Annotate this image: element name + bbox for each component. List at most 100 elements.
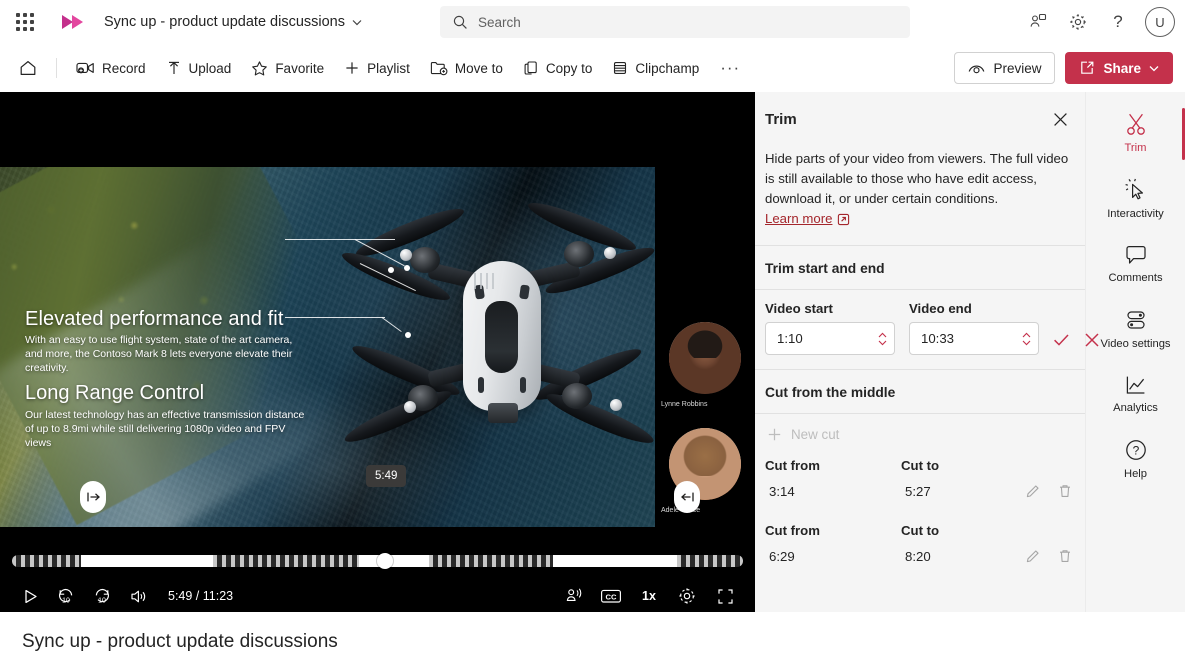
learn-more-link[interactable]: Learn more bbox=[765, 209, 850, 229]
favorite-button[interactable]: Favorite bbox=[242, 52, 333, 84]
playhead-thumb[interactable] bbox=[376, 553, 393, 569]
main-area: Elevated performance and fit With an eas… bbox=[0, 92, 1185, 612]
clipchamp-icon bbox=[612, 60, 628, 76]
move-to-button[interactable]: Move to bbox=[421, 52, 512, 84]
comment-bubble-icon bbox=[1123, 243, 1149, 267]
overflow-menu-button[interactable]: ··· bbox=[710, 52, 750, 84]
svg-text:10: 10 bbox=[98, 598, 106, 605]
delete-cut-icon[interactable] bbox=[1055, 546, 1075, 566]
rail-label: Interactivity bbox=[1107, 208, 1164, 220]
video-title-footer: Sync up - product update discussions bbox=[0, 612, 1185, 671]
copy-icon bbox=[523, 60, 539, 76]
timeline-segment-dots bbox=[677, 555, 743, 567]
play-button[interactable] bbox=[14, 581, 46, 611]
header-actions: ? U bbox=[1021, 5, 1175, 39]
document-title-menu[interactable]: Sync up - product update discussions bbox=[98, 10, 368, 34]
callout-line-1 bbox=[285, 239, 395, 240]
video-end-stepper[interactable] bbox=[1021, 331, 1032, 347]
rail-item-comments[interactable]: Comments bbox=[1095, 234, 1177, 292]
video-start-field: Video start 1:10 bbox=[765, 301, 895, 355]
help-icon[interactable]: ? bbox=[1101, 5, 1135, 39]
rail-item-video-settings[interactable]: Video settings bbox=[1095, 298, 1177, 358]
closed-captions-button[interactable]: CC bbox=[595, 581, 627, 611]
time-display: 5:49 / 11:23 bbox=[168, 589, 234, 603]
delete-cut-icon[interactable] bbox=[1055, 481, 1075, 501]
command-bar: Record Upload Favorite Playlist Move to … bbox=[0, 44, 1185, 92]
copy-to-button[interactable]: Copy to bbox=[514, 52, 602, 84]
player-right-controls: CC 1x bbox=[557, 581, 741, 611]
trim-end-handle[interactable] bbox=[674, 481, 700, 513]
user-avatar[interactable]: U bbox=[1145, 7, 1175, 37]
overlay-heading-1: Elevated performance and fit bbox=[25, 308, 284, 330]
close-icon[interactable] bbox=[1045, 104, 1075, 134]
svg-text:CC: CC bbox=[606, 592, 617, 601]
participant-name: Lynne Robbins bbox=[661, 401, 708, 408]
rail-label: Trim bbox=[1124, 142, 1147, 154]
rail-item-analytics[interactable]: Analytics bbox=[1095, 364, 1177, 422]
app-launcher-button[interactable] bbox=[6, 3, 44, 41]
rail-label: Comments bbox=[1108, 272, 1163, 284]
video-end-field: Video end 10:33 bbox=[909, 301, 1039, 355]
svg-text:?: ? bbox=[1132, 444, 1139, 458]
plus-icon bbox=[344, 60, 360, 76]
rail-item-trim[interactable]: Trim bbox=[1095, 102, 1185, 162]
video-start-stepper[interactable] bbox=[877, 331, 888, 347]
share-label: Share bbox=[1103, 60, 1141, 76]
playback-speed-button[interactable]: 1x bbox=[633, 581, 665, 611]
playlist-button[interactable]: Playlist bbox=[335, 52, 419, 84]
clipchamp-button[interactable]: Clipchamp bbox=[603, 52, 708, 84]
gear-icon[interactable] bbox=[1061, 5, 1095, 39]
callout-dot-1b bbox=[404, 265, 410, 271]
volume-button[interactable] bbox=[122, 581, 154, 611]
trim-start-handle[interactable] bbox=[80, 481, 106, 513]
rail-item-interactivity[interactable]: Interactivity bbox=[1095, 168, 1177, 228]
edit-cut-icon[interactable] bbox=[1023, 546, 1043, 566]
cut-from-label: Cut from bbox=[765, 523, 820, 538]
overlay-heading-2: Long Range Control bbox=[25, 382, 205, 404]
cut-item: Cut from Cut to 6:29 8:20 bbox=[755, 515, 1085, 570]
edit-cut-icon[interactable] bbox=[1023, 481, 1043, 501]
section-trim-start-end: Trim start and end bbox=[765, 261, 885, 276]
forward-10-button[interactable]: 10 bbox=[86, 581, 118, 611]
cut-headers: Cut from Cut to bbox=[765, 458, 1075, 473]
video-end-input[interactable]: 10:33 bbox=[909, 322, 1039, 355]
copy-to-label: Copy to bbox=[545, 60, 593, 76]
preview-button[interactable]: Preview bbox=[954, 52, 1056, 84]
settings-gear-icon[interactable] bbox=[671, 581, 703, 611]
waffle-icon bbox=[16, 13, 34, 31]
rewind-10-button[interactable]: 10 bbox=[50, 581, 82, 611]
video-player[interactable]: Elevated performance and fit With an eas… bbox=[0, 92, 755, 612]
confirm-trim-button[interactable] bbox=[1053, 325, 1070, 355]
trim-description-text: Hide parts of your video from viewers. T… bbox=[765, 151, 1069, 206]
trim-fields: Video start 1:10 Video end 10:33 bbox=[755, 290, 1099, 369]
timeline-segment-full bbox=[81, 555, 214, 567]
player-button-row: 10 10 5:49 / 11:23 CC 1x bbox=[14, 581, 741, 611]
plus-icon bbox=[767, 427, 782, 442]
new-cut-button[interactable]: New cut bbox=[755, 414, 1085, 450]
record-button[interactable]: Record bbox=[67, 52, 155, 84]
timeline-segment-dots bbox=[213, 555, 360, 567]
record-icon bbox=[76, 60, 95, 76]
scissors-icon bbox=[1123, 111, 1149, 137]
rail-item-help[interactable]: ? Help bbox=[1095, 428, 1177, 488]
share-button[interactable]: Share bbox=[1065, 52, 1173, 84]
cut-headers: Cut from Cut to bbox=[765, 523, 1075, 538]
upload-button[interactable]: Upload bbox=[157, 52, 241, 84]
transcript-icon[interactable] bbox=[557, 581, 589, 611]
upload-label: Upload bbox=[188, 60, 232, 76]
video-start-input[interactable]: 1:10 bbox=[765, 322, 895, 355]
fullscreen-button[interactable] bbox=[709, 581, 741, 611]
document-title-text: Sync up - product update discussions bbox=[104, 14, 345, 30]
move-folder-icon bbox=[430, 60, 448, 76]
participant-item: Adele Vance bbox=[655, 428, 755, 514]
video-end-value: 10:33 bbox=[921, 331, 955, 346]
callout-dot-2 bbox=[405, 332, 411, 338]
chart-line-icon bbox=[1123, 373, 1149, 397]
meet-now-icon[interactable] bbox=[1021, 5, 1055, 39]
search-input[interactable]: Search bbox=[440, 6, 910, 38]
timeline-segment-full bbox=[359, 555, 429, 567]
home-button[interactable] bbox=[10, 52, 46, 84]
rail-label: Help bbox=[1123, 468, 1147, 480]
cut-actions bbox=[1023, 546, 1075, 566]
record-label: Record bbox=[102, 60, 146, 76]
